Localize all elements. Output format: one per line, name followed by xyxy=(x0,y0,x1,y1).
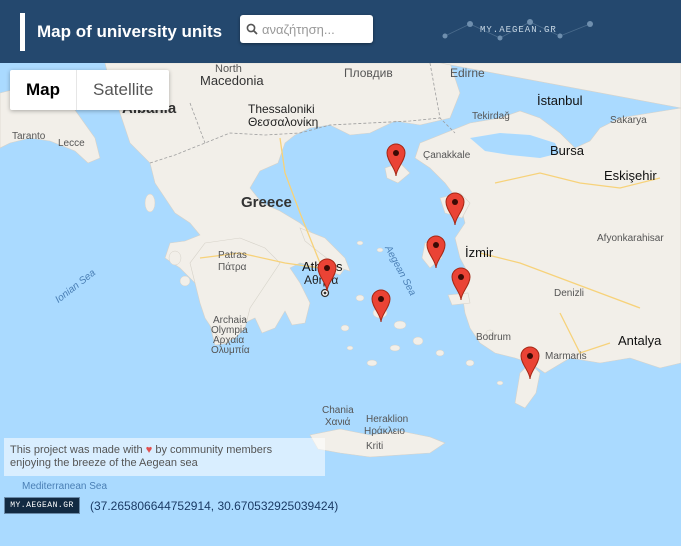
label-edirne: Edirne xyxy=(450,66,485,80)
credits-note-suffix: by community members xyxy=(155,444,273,456)
marker-samos[interactable] xyxy=(451,267,471,301)
label-chania-gr: Χανιά xyxy=(325,417,351,428)
label-patras: Patras xyxy=(218,250,247,261)
label-bursa: Bursa xyxy=(550,143,584,158)
map-pin-icon xyxy=(445,192,465,226)
map-pin-icon xyxy=(426,235,446,269)
label-taranto: Taranto xyxy=(12,131,46,142)
label-izmir: İzmir xyxy=(465,245,494,260)
cursor-coordinates: (37.265806644752914, 30.670532925039424) xyxy=(90,499,339,513)
search-box[interactable] xyxy=(240,15,373,43)
label-kriti: Kriti xyxy=(366,441,384,452)
marker-chios[interactable] xyxy=(426,235,446,269)
search-input[interactable] xyxy=(262,19,368,39)
marker-athens[interactable] xyxy=(317,258,337,292)
credits-note-prefix: This project was made with xyxy=(10,444,143,456)
marker-rhodes[interactable] xyxy=(520,346,540,380)
label-denizli: Denizli xyxy=(554,288,585,299)
map-pin-icon xyxy=(371,289,391,323)
map-pin-icon xyxy=(451,267,471,301)
label-greece: Greece xyxy=(241,194,292,211)
search-icon xyxy=(246,23,258,35)
label-tekirdag: Tekirdağ xyxy=(472,111,510,122)
map-type-satellite-button[interactable]: Satellite xyxy=(77,70,169,110)
marker-syros[interactable] xyxy=(371,289,391,323)
label-afyonkarahisar: Afyonkarahisar xyxy=(597,233,664,244)
marker-lemnos[interactable] xyxy=(386,143,406,177)
label-thessaloniki: Thessaloniki xyxy=(248,102,315,116)
page-title: Map of university units xyxy=(37,22,223,41)
marker-lesvos[interactable] xyxy=(445,192,465,226)
header-accent-bar xyxy=(20,13,25,51)
label-plovdiv: Пловдив xyxy=(344,66,393,80)
label-olympia-gr: Ολυμπία xyxy=(211,345,250,356)
header-logo-text: MY.AEGEAN.GR xyxy=(480,25,557,35)
label-antalya: Antalya xyxy=(618,333,662,348)
label-heraklion: Heraklion xyxy=(366,414,409,425)
label-istanbul: İstanbul xyxy=(537,93,583,108)
label-marmaris: Marmaris xyxy=(545,351,587,362)
label-lecce: Lecce xyxy=(58,138,85,149)
credits-note-line2: enjoying the breeze of the Aegean sea xyxy=(10,457,198,469)
label-thessaloniki-gr: Θεσσαλονίκη xyxy=(248,115,319,129)
label-chania: Chania xyxy=(322,405,354,416)
label-eskisehir: Eskişehir xyxy=(604,168,657,183)
heart-icon: ♥ xyxy=(145,444,153,456)
label-bodrum: Bodrum xyxy=(476,332,512,343)
label-patras-gr: Πάτρα xyxy=(218,262,247,273)
credits-note: This project was made with ♥ by communit… xyxy=(4,438,325,476)
map-type-map-button[interactable]: Map xyxy=(10,70,77,110)
label-mediterranean-sea: Mediterranean Sea xyxy=(22,481,108,492)
map-type-control: Map Satellite xyxy=(10,70,170,110)
label-heraklion-gr: Ηράκλειο xyxy=(364,426,405,437)
map-pin-icon xyxy=(317,258,337,292)
label-canakkale: Çanakkale xyxy=(423,150,471,161)
footer-logo[interactable]: MY.AEGEAN.GR xyxy=(4,497,80,514)
map-pin-icon xyxy=(386,143,406,177)
label-sakarya: Sakarya xyxy=(610,115,647,126)
map-canvas[interactable]: North Macedonia Пловдив Edirne İstanbul … xyxy=(0,63,681,546)
app-header: Map of university units MY.AEGEAN.GR xyxy=(0,0,681,63)
map-pin-icon xyxy=(520,346,540,380)
label-north-macedonia-2: Macedonia xyxy=(200,73,264,88)
